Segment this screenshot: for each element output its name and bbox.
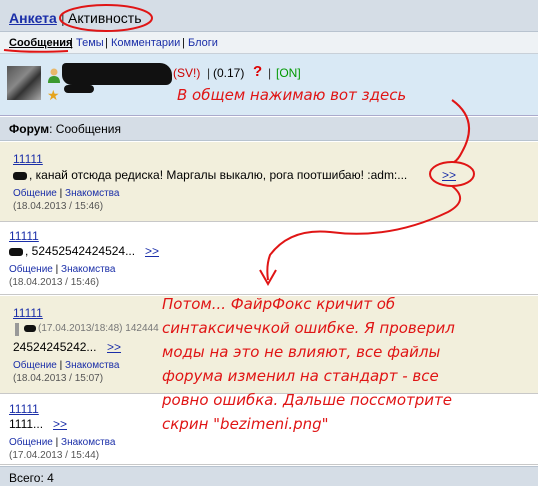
tab-activity[interactable]: Активность bbox=[68, 10, 142, 26]
post-text-line: , канай отсюда редиска! Маргалы выкалю, … bbox=[13, 168, 407, 182]
post-text-line: , 52452542424524... bbox=[9, 244, 135, 258]
activity-subnav: Сообщения | Темы | Комментарии | Блоги bbox=[0, 32, 538, 54]
post-more-link[interactable]: >> bbox=[442, 168, 456, 182]
subnav-topics[interactable]: Темы bbox=[76, 37, 104, 49]
total-count: Всего: 4 bbox=[9, 471, 54, 485]
question-icon[interactable]: ? bbox=[253, 63, 262, 80]
annotation-line: моды на это не влияют, все файлы bbox=[162, 343, 441, 361]
user-icon bbox=[48, 68, 60, 83]
subnav-messages[interactable]: Сообщения bbox=[9, 37, 72, 49]
post-more-link[interactable]: >> bbox=[53, 417, 67, 431]
post-date: (17.04.2013 / 15:44) bbox=[9, 450, 100, 461]
link-obshchenie[interactable]: Общение bbox=[9, 264, 53, 275]
post-links: Общение | Знакомства bbox=[13, 188, 119, 199]
post-author[interactable]: 11111 bbox=[9, 229, 39, 243]
post-links: Общение | Знакомства bbox=[9, 264, 115, 275]
tab-profile[interactable]: Анкета bbox=[9, 10, 57, 26]
post-author[interactable]: 11111 bbox=[13, 152, 43, 166]
profile-sep-2: | bbox=[268, 66, 272, 80]
link-obshchenie[interactable]: Общение bbox=[13, 188, 57, 199]
tab-separator: | bbox=[61, 10, 65, 26]
profile-strip: ★ (SV!) | (0.17) ? | [ON] bbox=[0, 54, 538, 116]
annotation-line: Потом... ФайрФокс кричит об bbox=[162, 295, 396, 313]
profile-sep-1: | bbox=[207, 66, 211, 80]
post-item: 11111 , 52452542424524... >> Общение | З… bbox=[0, 223, 538, 295]
annotation-line: ровно ошибка. Дальше поссмотрите bbox=[162, 391, 452, 409]
subnav-sep-3: | bbox=[182, 37, 185, 49]
post-author[interactable]: 11111 bbox=[13, 306, 43, 320]
rating-value: (0.17) bbox=[213, 66, 245, 80]
post-more-link[interactable]: >> bbox=[145, 244, 159, 258]
redacted-scribble-small bbox=[64, 85, 94, 93]
post-author[interactable]: 11111 bbox=[9, 402, 39, 416]
link-znakomstva[interactable]: Знакомства bbox=[65, 360, 119, 371]
annotation-line: синтаксичечкой ошибке. Я проверил bbox=[162, 319, 455, 337]
online-status: [ON] bbox=[276, 66, 301, 80]
annotation-line: форума изменил на стандарт - все bbox=[162, 367, 439, 385]
footer-total: Всего: 4 bbox=[0, 466, 538, 486]
redacted-blot bbox=[9, 247, 23, 256]
forum-section: : Сообщения bbox=[49, 122, 121, 136]
status-sv: (SV!) bbox=[173, 66, 201, 80]
link-znakomstva[interactable]: Знакомства bbox=[61, 264, 115, 275]
post-text: 24524245242... bbox=[13, 340, 97, 354]
post-date: (18.04.2013 / 15:46) bbox=[13, 201, 104, 212]
post-text: 1111... bbox=[9, 417, 44, 431]
subnav-sep-1: | bbox=[70, 37, 73, 49]
post-links: Общение | Знакомства bbox=[13, 360, 119, 371]
forum-label: Форум bbox=[9, 122, 50, 136]
link-obshchenie[interactable]: Общение bbox=[13, 360, 57, 371]
link-znakomstva[interactable]: Знакомства bbox=[65, 188, 119, 199]
post-more-link[interactable]: >> bbox=[107, 340, 121, 354]
post-quote-line: (17.04.2013/18:48) 142444 bbox=[24, 323, 159, 334]
star-icon: ★ bbox=[47, 87, 60, 103]
link-sep: | bbox=[59, 188, 63, 199]
post-date: (18.04.2013 / 15:07) bbox=[13, 373, 104, 384]
subnav-comments[interactable]: Комментарии bbox=[111, 37, 180, 49]
redacted-blot bbox=[24, 324, 36, 332]
quote-bar bbox=[15, 323, 19, 336]
redacted-name-scribble bbox=[62, 63, 172, 85]
annotation-line: скрин "bezimeni.png" bbox=[162, 415, 329, 433]
post-text: , канай отсюда редиска! Маргалы выкалю, … bbox=[29, 168, 408, 182]
link-obshchenie[interactable]: Общение bbox=[9, 437, 53, 448]
link-sep: | bbox=[55, 264, 59, 275]
post-text: , 52452542424524... bbox=[25, 244, 136, 258]
link-sep: | bbox=[55, 437, 59, 448]
avatar[interactable] bbox=[7, 66, 41, 100]
subnav-blogs[interactable]: Блоги bbox=[188, 37, 218, 49]
annotation-note-2: Потом... ФайрФокс кричит об синтаксичечк… bbox=[162, 292, 455, 436]
subnav-sep-2: | bbox=[105, 37, 108, 49]
post-links: Общение | Знакомства bbox=[9, 437, 115, 448]
link-znakomstva[interactable]: Знакомства bbox=[61, 437, 115, 448]
link-sep: | bbox=[59, 360, 63, 371]
top-tab-bar: Анкета | Активность bbox=[0, 0, 538, 32]
post-quote: (17.04.2013/18:48) 142444 bbox=[38, 323, 159, 334]
annotation-note-1: В общем нажимаю вот здесь bbox=[177, 86, 407, 104]
forum-header: Форум: Сообщения bbox=[0, 117, 538, 141]
post-item: 11111 , канай отсюда редиска! Маргалы вы… bbox=[0, 142, 538, 222]
redacted-blot bbox=[13, 171, 27, 180]
post-date: (18.04.2013 / 15:46) bbox=[9, 277, 100, 288]
